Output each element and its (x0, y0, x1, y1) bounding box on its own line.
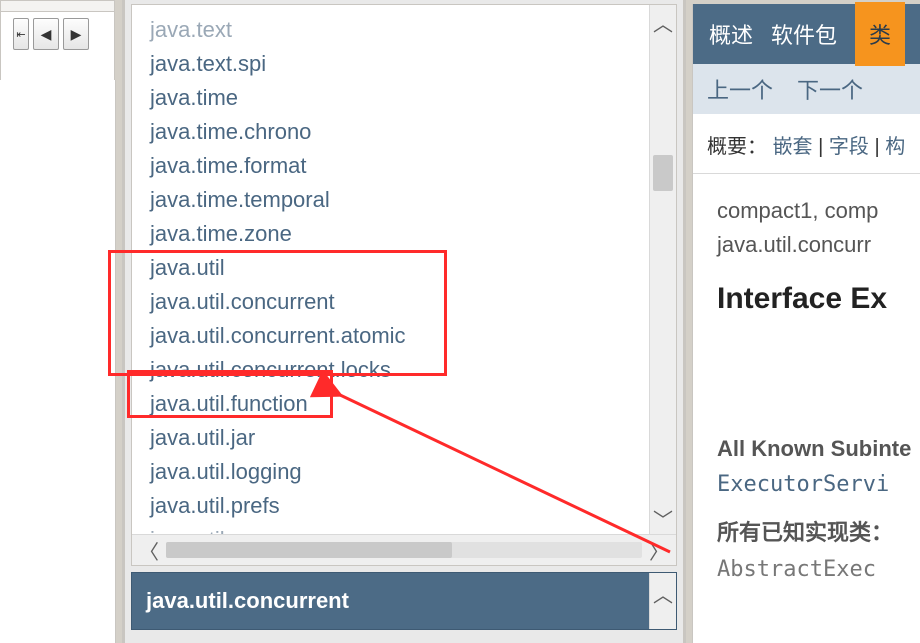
detail-scroll-up-icon[interactable]: ︿ (649, 573, 676, 629)
package-list: java.textjava.text.spijava.timejava.time… (132, 5, 650, 535)
package-link[interactable]: java.time.format (150, 149, 650, 183)
package-list-container: java.textjava.text.spijava.timejava.time… (131, 4, 677, 566)
subinterface-link[interactable]: ExecutorServi (717, 472, 920, 497)
package-link[interactable]: java.util.function (150, 387, 650, 421)
tab-class[interactable]: 类 (855, 2, 905, 66)
help-toolbar: ⇤ ◀ ▶ (0, 0, 115, 80)
tab-package[interactable]: 软件包 (771, 18, 837, 50)
doc-subnav: 上一个 下一个 (693, 64, 920, 114)
summary-rest[interactable]: 构 (885, 136, 905, 158)
horizontal-scroll-track[interactable] (166, 542, 642, 558)
scroll-up-icon[interactable]: ︿ (650, 5, 676, 39)
scroll-down-icon[interactable]: ﹀ (650, 501, 676, 535)
doc-body: compact1, comp java.util.concurr Interfa… (693, 174, 920, 582)
package-link[interactable]: java.util (150, 251, 650, 285)
interface-title: Interface Ex (717, 282, 920, 316)
package-link[interactable]: java.time (150, 81, 650, 115)
package-link[interactable]: java.time.zone (150, 217, 650, 251)
tab-overview[interactable]: 概述 (709, 18, 753, 50)
profiles-line: compact1, comp (717, 198, 920, 224)
summary-nested[interactable]: 嵌套 (773, 136, 813, 158)
implementing-classes-header: 所有已知实现类： (717, 515, 920, 547)
summary-field[interactable]: 字段 (829, 136, 869, 158)
package-link[interactable]: java.util.concurrent.atomic (150, 319, 650, 353)
package-link[interactable]: java.util.concurrent.locks (150, 353, 650, 387)
subinterfaces-header: All Known Subinte (717, 436, 920, 462)
doc-package-line: java.util.concurr (717, 232, 920, 258)
package-link[interactable]: java.text (150, 13, 650, 47)
vertical-scrollbar[interactable]: ︿ ﹀ (649, 5, 676, 535)
package-link[interactable]: java.text.spi (150, 47, 650, 81)
package-link[interactable]: java.time.temporal (150, 183, 650, 217)
forward-button[interactable]: ▶ (63, 18, 89, 50)
vertical-scroll-thumb[interactable] (653, 155, 673, 191)
package-link[interactable]: java.time.chrono (150, 115, 650, 149)
doc-pane: 概述 软件包 类 上一个 下一个 概要： 嵌套 | 字段 | 构 compact… (692, 4, 920, 643)
doc-tabs: 概述 软件包 类 (693, 4, 920, 64)
left-column (0, 80, 116, 643)
collapse-button[interactable]: ⇤ (13, 18, 29, 50)
summary-line: 概要： 嵌套 | 字段 | 构 (693, 114, 920, 174)
nav-next[interactable]: 下一个 (797, 73, 863, 105)
package-link[interactable]: java.util.logging (150, 455, 650, 489)
summary-label: 概要： (707, 136, 767, 158)
selected-package-label: java.util.concurrent (132, 588, 349, 614)
selected-package-header: java.util.concurrent ︿ (131, 572, 677, 630)
package-link[interactable]: java.util.jar (150, 421, 650, 455)
horizontal-scrollbar[interactable]: 〈 〉 (132, 534, 676, 565)
scroll-right-icon[interactable]: 〉 (642, 536, 676, 565)
nav-prev[interactable]: 上一个 (707, 73, 773, 105)
scroll-left-icon[interactable]: 〈 (132, 536, 166, 565)
package-frame: java.textjava.text.spijava.timejava.time… (122, 0, 686, 643)
package-link[interactable]: java.util.concurrent (150, 285, 650, 319)
back-button[interactable]: ◀ (33, 18, 59, 50)
package-link[interactable]: java.util.prefs (150, 489, 650, 523)
horizontal-scroll-thumb[interactable] (166, 542, 452, 558)
implementing-class-link[interactable]: AbstractExec (717, 557, 920, 582)
toolbar-inner: ⇤ ◀ ▶ (1, 11, 114, 82)
